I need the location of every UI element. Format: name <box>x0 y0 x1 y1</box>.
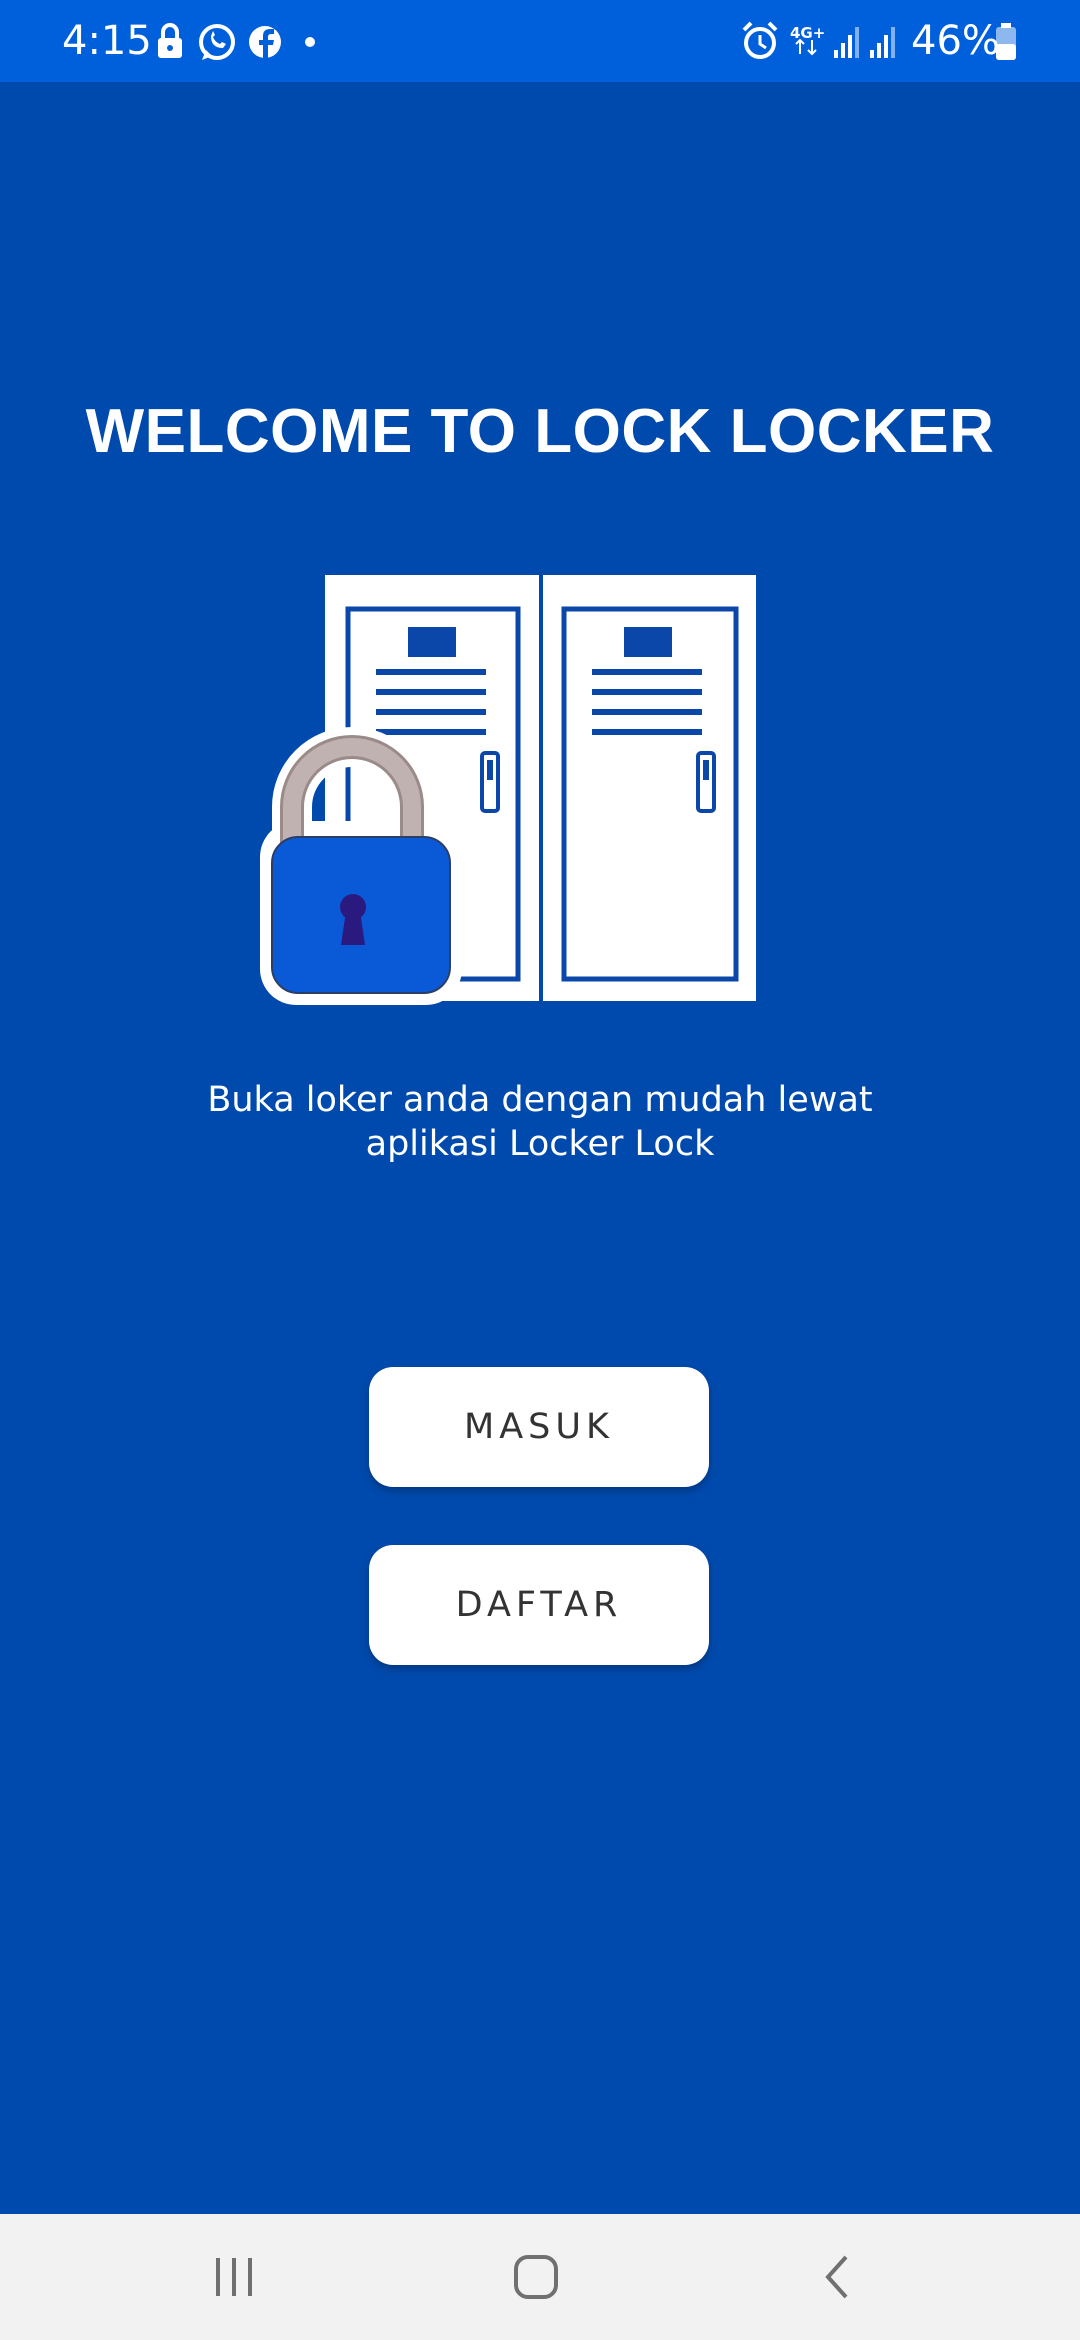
recent-apps-icon[interactable] <box>174 2214 294 2340</box>
locker-illustration <box>260 575 756 1005</box>
home-icon[interactable] <box>476 2214 596 2340</box>
alarm-icon <box>742 21 778 59</box>
battery-percent: 46% <box>911 18 1000 64</box>
status-time: 4:15 <box>62 18 152 64</box>
notification-dot-icon <box>305 37 315 47</box>
signal-2-icon <box>870 27 895 58</box>
back-icon[interactable] <box>778 2214 898 2340</box>
svg-text:4G+: 4G+ <box>790 24 825 42</box>
tagline: Buka loker anda dengan mudah lewat aplik… <box>190 1078 890 1166</box>
4g-data-icon: 4G+ <box>790 24 825 56</box>
lock-icon <box>158 23 182 58</box>
daftar-button-label: DAFTAR <box>455 1585 623 1625</box>
daftar-button[interactable]: DAFTAR <box>369 1545 709 1665</box>
masuk-button[interactable]: MASUK <box>369 1367 709 1487</box>
navigation-bar <box>0 2214 1080 2340</box>
facebook-icon <box>249 26 281 58</box>
status-right-icons: 4G+ <box>742 21 895 59</box>
signal-1-icon <box>834 27 859 58</box>
battery-icon <box>996 23 1016 60</box>
tagline-line-2: aplikasi Locker Lock <box>365 1124 715 1164</box>
masuk-button-label: MASUK <box>464 1407 614 1447</box>
status-left-icons <box>158 23 315 60</box>
welcome-title: WELCOME TO LOCK LOCKER <box>85 397 995 466</box>
status-bar: 4:15 4G+ 46% <box>0 0 1080 82</box>
whatsapp-icon <box>199 24 235 60</box>
tagline-line-1: Buka loker anda dengan mudah lewat <box>207 1080 873 1120</box>
